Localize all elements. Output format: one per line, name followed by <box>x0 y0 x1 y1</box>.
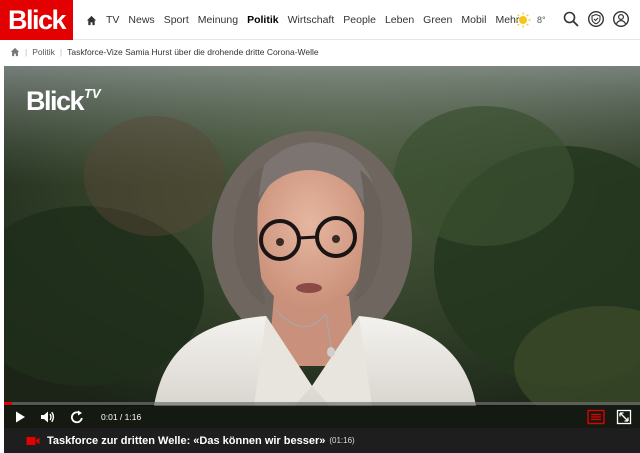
breadcrumb: | Politik | Taskforce-Vize Samia Hurst ü… <box>0 41 640 63</box>
video-duration: (01:16) <box>329 436 355 445</box>
nav-item-politik[interactable]: Politik <box>247 14 279 26</box>
nav-item-wirtschaft[interactable]: Wirtschaft <box>288 14 335 26</box>
user-account-icon[interactable] <box>612 10 630 28</box>
nav-item-news[interactable]: News <box>128 14 154 26</box>
video-camera-icon <box>26 436 40 445</box>
shield-check-icon[interactable] <box>587 10 605 28</box>
progress-fill <box>4 402 13 405</box>
weather-temperature: 8° <box>537 15 546 25</box>
search-icon[interactable] <box>562 10 580 28</box>
weather-widget[interactable]: 8° <box>515 11 551 29</box>
volume-icon[interactable] <box>39 409 55 425</box>
video-title: Taskforce zur dritten Welle: «Das können… <box>47 434 326 447</box>
breadcrumb-separator: | <box>59 47 63 57</box>
nav-item-meinung[interactable]: Meinung <box>198 14 238 26</box>
main-nav: TV News Sport Meinung Politik Wirtschaft… <box>86 0 528 40</box>
top-bar: Blick TV News Sport Meinung Politik Wirt… <box>0 0 640 40</box>
breadcrumb-section[interactable]: Politik <box>32 47 55 57</box>
sun-icon <box>515 12 531 28</box>
video-controls: 0:01 / 1:16 <box>4 402 640 428</box>
breadcrumb-article-title: Taskforce-Vize Samia Hurst über die droh… <box>67 47 319 57</box>
video-frame[interactable] <box>4 66 640 406</box>
time-display: 0:01 / 1:16 <box>101 412 142 422</box>
breadcrumb-separator: | <box>25 47 28 57</box>
video-player[interactable]: BlickTV 0:01 / 1:16 Taskforce zur dritte… <box>4 66 640 453</box>
home-icon[interactable] <box>86 0 100 40</box>
nav-item-green[interactable]: Green <box>423 14 452 26</box>
nav-item-tv[interactable]: TV <box>106 14 119 26</box>
blick-logo[interactable]: Blick <box>0 0 73 40</box>
nav-item-sport[interactable]: Sport <box>164 14 189 26</box>
progress-bar[interactable] <box>4 402 640 405</box>
blick-tv-logo: BlickTV <box>26 86 101 116</box>
nav-item-people[interactable]: People <box>343 14 376 26</box>
home-icon[interactable] <box>10 47 20 57</box>
replay-icon[interactable] <box>69 409 85 425</box>
fullscreen-icon[interactable] <box>616 409 632 425</box>
video-caption-bar[interactable]: Taskforce zur dritten Welle: «Das können… <box>4 428 640 453</box>
nav-item-mobil[interactable]: Mobil <box>461 14 486 26</box>
nav-item-leben[interactable]: Leben <box>385 14 414 26</box>
playlist-icon[interactable] <box>587 409 605 425</box>
play-icon[interactable] <box>12 409 28 425</box>
